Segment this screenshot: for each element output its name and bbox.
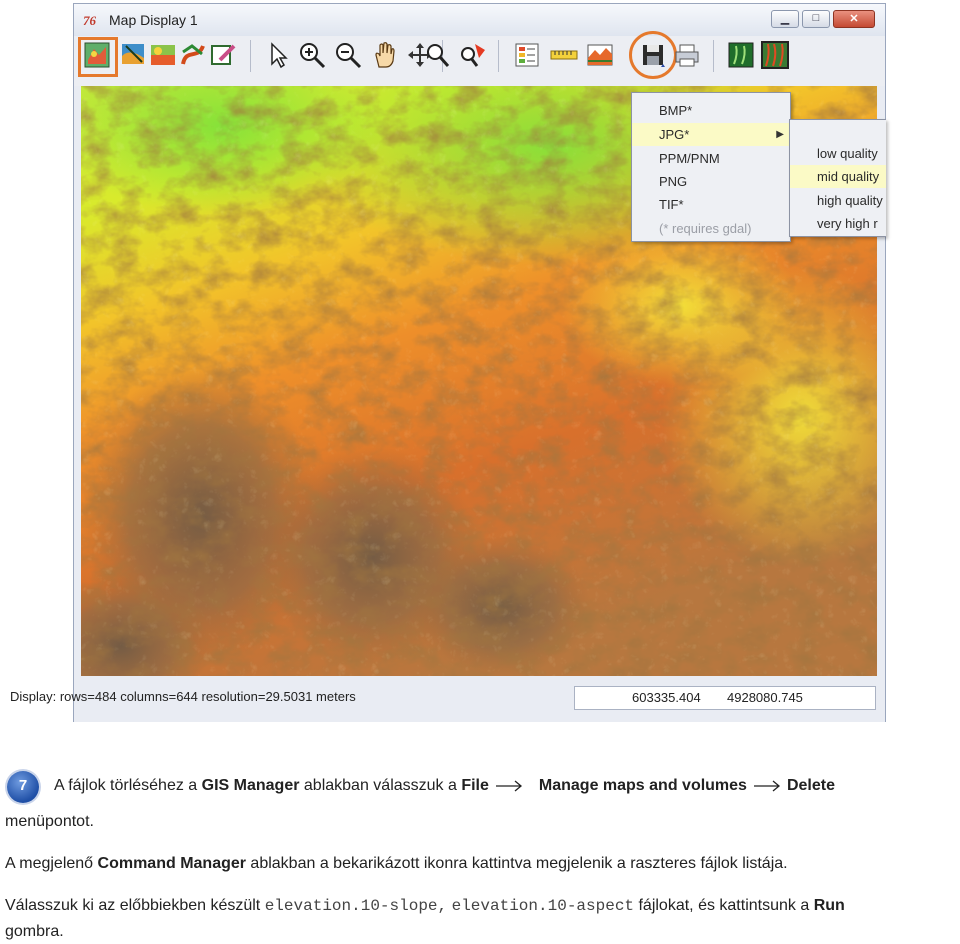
vector-layer-icon[interactable]	[178, 40, 208, 70]
northing-value: 4928080.745	[727, 690, 803, 705]
text: Válasszuk ki az előbbiekben készült	[5, 897, 265, 914]
menu-item-jpg-label: JPG*	[659, 127, 690, 142]
menu-item-very-high-quality[interactable]: very high r	[790, 212, 886, 235]
maximize-icon: □	[812, 12, 820, 24]
raster-layer-icon[interactable]	[148, 40, 178, 70]
nviz-icon[interactable]	[760, 40, 790, 70]
text: fájlokat, és kattintsunk a	[634, 897, 814, 914]
text: A megjelenő	[5, 855, 98, 872]
toolbar-separator	[713, 40, 714, 72]
profile-icon[interactable]	[585, 40, 615, 70]
close-button[interactable]: ✕	[833, 10, 875, 28]
instruction-paragraph-1-end: menüpontot.	[5, 813, 94, 830]
text: ablakban a bekarikázott ikonra kattintva…	[245, 855, 788, 872]
scale-bar-icon[interactable]	[549, 40, 579, 70]
delete-text: Delete	[786, 777, 835, 794]
instruction-paragraph-3: Válasszuk ki az előbbiekben készült elev…	[5, 897, 845, 915]
toolbar-separator	[498, 40, 499, 72]
toolbar-separator	[250, 40, 251, 72]
3d-view-icon[interactable]	[726, 40, 756, 70]
filename-slope: elevation.10-slope,	[264, 897, 448, 915]
filename-aspect: elevation.10-aspect	[451, 897, 635, 915]
analyze-icon[interactable]	[457, 40, 487, 70]
app-logo: 76	[83, 13, 96, 28]
erase-icon[interactable]	[208, 40, 238, 70]
manage-maps-text: Manage maps and volumes	[538, 777, 747, 794]
instruction-paragraph-1: A fájlok törléséhez a GIS Manager ablakb…	[54, 777, 835, 795]
instruction-paragraph-3-end: gombra.	[5, 923, 64, 940]
legend-icon[interactable]	[512, 40, 542, 70]
menu-note-gdal: (* requires gdal)	[659, 221, 752, 236]
close-icon: ✕	[849, 13, 859, 25]
instruction-paragraph-2: A megjelenő Command Manager ablakban a b…	[5, 855, 788, 873]
easting-value: 603335.404	[632, 690, 701, 705]
title-bar[interactable]: 76 Map Display 1 ▁ □ ✕	[74, 4, 885, 36]
text: ablakban válasszuk a	[299, 777, 462, 794]
arrow-icon	[495, 780, 522, 792]
zoom-out-icon[interactable]	[333, 40, 363, 70]
zoom-in-icon[interactable]	[297, 40, 327, 70]
display-map-highlight	[78, 37, 118, 77]
pointer-icon[interactable]	[263, 40, 293, 70]
menu-item-png[interactable]: PNG	[632, 170, 790, 193]
menu-item-tif[interactable]: TIF*	[632, 193, 790, 216]
arrow-icon	[753, 780, 780, 792]
step-number-badge: 7	[7, 771, 39, 803]
menu-item-mid-quality[interactable]: mid quality	[790, 165, 886, 188]
jpg-quality-submenu: low quality mid quality high quality ver…	[789, 119, 886, 237]
save-format-menu: BMP* JPG* ▶ PPM/PNM PNG TIF* (* requires…	[631, 92, 791, 242]
text: A fájlok törléséhez a	[54, 777, 202, 794]
save-icon[interactable]	[638, 40, 668, 70]
command-manager-text: Command Manager	[97, 855, 246, 872]
run-button-text: Run	[813, 897, 845, 914]
overlay-icon[interactable]	[118, 40, 148, 70]
maximize-button[interactable]: □	[802, 10, 830, 28]
file-menu-text: File	[461, 777, 489, 794]
menu-item-high-quality[interactable]: high quality	[790, 189, 886, 212]
submenu-arrow-icon: ▶	[776, 129, 784, 140]
coordinate-readout: 603335.404 4928080.745	[574, 686, 876, 710]
minimize-button[interactable]: ▁	[771, 10, 799, 28]
menu-item-low-quality[interactable]: low quality	[790, 142, 886, 165]
minimize-icon: ▁	[780, 13, 790, 25]
print-icon[interactable]	[672, 40, 702, 70]
step-number: 7	[18, 777, 28, 794]
window-title: Map Display 1	[109, 12, 198, 28]
menu-item-ppm[interactable]: PPM/PNM	[632, 147, 790, 170]
display-info: Display: rows=484 columns=644 resolution…	[10, 689, 356, 704]
menu-item-bmp[interactable]: BMP*	[632, 99, 790, 122]
gis-manager-text: GIS Manager	[201, 777, 300, 794]
query-icon[interactable]	[422, 40, 452, 70]
pan-icon[interactable]	[370, 40, 400, 70]
menu-item-jpg[interactable]: JPG* ▶	[632, 123, 790, 146]
